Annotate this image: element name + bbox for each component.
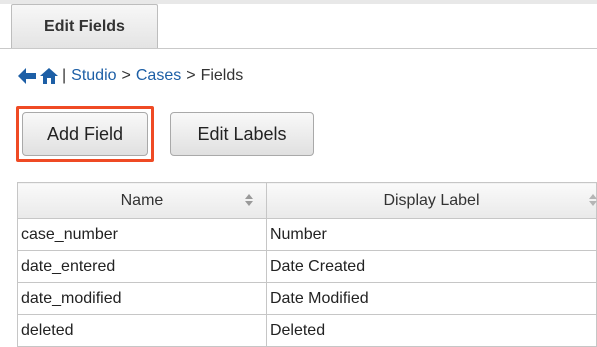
column-header-name[interactable]: Name — [17, 182, 267, 219]
breadcrumb-cases[interactable]: Cases — [136, 67, 181, 85]
column-header-display-label-label: Display Label — [383, 191, 480, 209]
field-name-cell[interactable]: deleted — [17, 314, 267, 347]
breadcrumb-separator: > — [186, 67, 196, 84]
back-arrow-icon[interactable] — [17, 67, 37, 85]
field-name-cell[interactable]: case_number — [17, 218, 267, 251]
table-row[interactable]: date_modified Date Modified — [17, 282, 597, 315]
column-header-name-label: Name — [120, 191, 164, 209]
sort-icon[interactable] — [244, 193, 254, 207]
breadcrumb: | Studio > Cases > Fields — [17, 64, 243, 88]
breadcrumb-separator: > — [121, 67, 131, 84]
table-row[interactable]: case_number Number — [17, 218, 597, 251]
table-row[interactable]: date_entered Date Created — [17, 250, 597, 283]
breadcrumb-studio[interactable]: Studio — [71, 67, 116, 85]
tab-strip: Edit Fields — [0, 0, 597, 49]
edit-labels-button[interactable]: Edit Labels — [170, 112, 314, 156]
sort-icon[interactable] — [588, 193, 597, 207]
home-icon[interactable] — [39, 66, 59, 86]
field-name-cell[interactable]: date_entered — [17, 250, 267, 283]
fields-table: Name Display Label case_number Number da… — [17, 182, 597, 347]
display-label-cell: Deleted — [265, 314, 597, 347]
table-row[interactable]: deleted Deleted — [17, 314, 597, 347]
add-field-highlight-box — [16, 106, 154, 162]
tab-edit-fields[interactable]: Edit Fields — [11, 4, 158, 48]
field-name-cell[interactable]: date_modified — [17, 282, 267, 315]
display-label-cell: Date Modified — [265, 282, 597, 315]
display-label-cell: Number — [265, 218, 597, 251]
column-header-display-label[interactable]: Display Label — [265, 182, 597, 219]
display-label-cell: Date Created — [265, 250, 597, 283]
breadcrumb-fields: Fields — [200, 67, 244, 84]
breadcrumb-pipe: | — [62, 67, 67, 84]
